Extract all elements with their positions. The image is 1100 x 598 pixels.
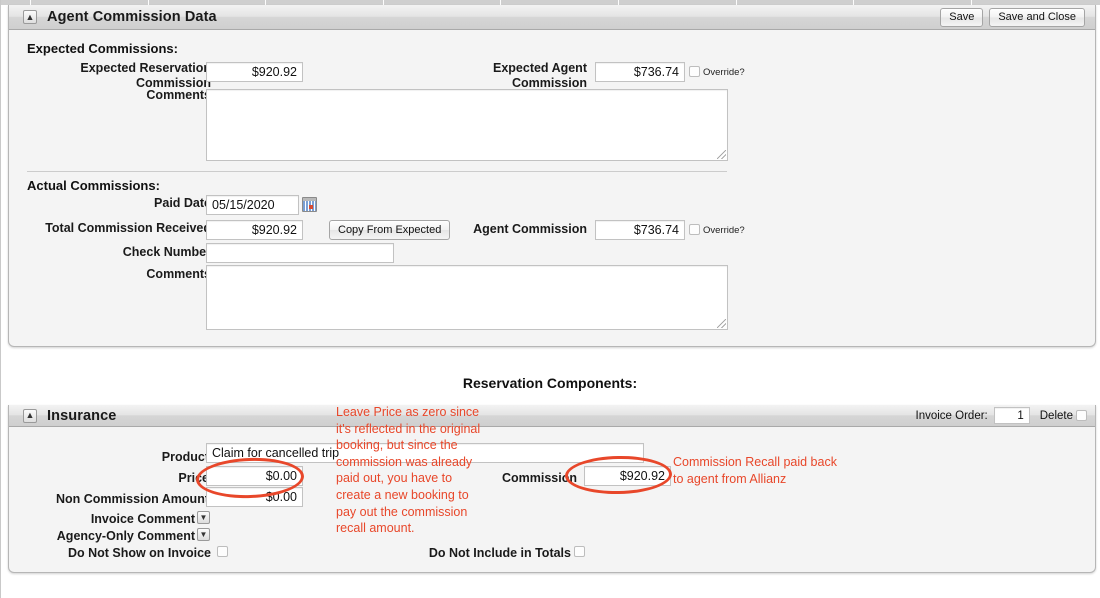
- collapse-chevron-up-icon[interactable]: ▲: [23, 408, 37, 423]
- actual-commissions-heading: Actual Commissions:: [27, 178, 160, 193]
- agency-only-comment-label: Agency-Only Comment: [56, 529, 195, 543]
- do-not-show-on-invoice-checkbox[interactable]: [217, 546, 228, 557]
- expected-agent-commission-field[interactable]: $736.74: [595, 62, 685, 82]
- expected-commissions-heading: Expected Commissions:: [27, 41, 178, 56]
- screenshot-root: ▲ Agent Commission Data Save Save and Cl…: [0, 0, 1100, 598]
- total-commission-received-field[interactable]: $920.92: [206, 220, 303, 240]
- non-commission-amount-label: Non Commission Amount: [55, 492, 209, 506]
- paid-date-field[interactable]: 05/15/2020: [206, 195, 299, 215]
- agent-commission-data-panel: ▲ Agent Commission Data Save Save and Cl…: [8, 5, 1096, 347]
- actual-agent-commission-override-checkbox[interactable]: [689, 224, 700, 235]
- expected-agent-commission-label: Expected Agent Commission: [492, 61, 587, 90]
- insurance-component-panel: ▲ Insurance Invoice Order: 1 Delete Prod…: [8, 405, 1096, 573]
- do-not-include-in-totals-label: Do Not Include in Totals: [428, 546, 571, 560]
- reservation-components-title: Reservation Components:: [462, 375, 638, 391]
- check-number-label: Check Number: [122, 245, 211, 259]
- expected-reservation-commission-label: Expected Reservation Commission: [80, 61, 211, 90]
- invoice-order-field[interactable]: 1: [993, 407, 1030, 424]
- left-edge-divider: [0, 0, 1, 598]
- save-and-close-button[interactable]: Save and Close: [989, 7, 1085, 27]
- chevron-double-down-icon[interactable]: ▼: [197, 528, 210, 541]
- invoice-order-label: Invoice Order:: [915, 409, 988, 422]
- section-separator: [27, 171, 727, 172]
- actual-agent-commission-override-label: Override?: [703, 225, 745, 236]
- insurance-panel-title: Insurance: [47, 407, 117, 424]
- chevron-double-down-icon[interactable]: ▼: [197, 511, 210, 524]
- page-title: Agent Commission Data: [47, 9, 217, 25]
- check-number-field[interactable]: [206, 243, 394, 263]
- actual-agent-commission-label: Agent Commission: [473, 222, 587, 236]
- commission-field[interactable]: $920.92: [584, 466, 671, 486]
- insurance-panel-header: ▲ Insurance Invoice Order: 1 Delete: [9, 405, 1095, 427]
- total-commission-received-label: Total Commission Received: [45, 221, 211, 235]
- expected-agent-commission-override-label: Override?: [703, 67, 745, 78]
- collapse-chevron-up-icon[interactable]: ▲: [23, 10, 37, 24]
- delete-label: Delete: [1039, 409, 1073, 422]
- actual-comments-label: Comments: [146, 267, 211, 281]
- expected-reservation-commission-field[interactable]: $920.92: [206, 62, 303, 82]
- actual-comments-textarea[interactable]: [206, 265, 728, 330]
- resize-grip-icon[interactable]: [717, 319, 726, 328]
- product-label: Product: [161, 450, 209, 464]
- annotation-left-note: Leave Price as zero since it's reflected…: [336, 405, 481, 536]
- resize-grip-icon[interactable]: [717, 150, 726, 159]
- invoice-comment-label: Invoice Comment: [90, 512, 195, 526]
- expected-comments-textarea[interactable]: [206, 89, 728, 161]
- paid-date-label: Paid Date: [154, 196, 211, 210]
- non-commission-amount-field[interactable]: $0.00: [206, 487, 303, 507]
- agent-commission-data-header: ▲ Agent Commission Data Save Save and Cl…: [9, 5, 1095, 30]
- expected-comments-label: Comments: [146, 88, 211, 102]
- delete-checkbox[interactable]: [1076, 410, 1087, 421]
- expected-agent-commission-override-checkbox[interactable]: [689, 66, 700, 77]
- annotation-right-note: Commission Recall paid back to agent fro…: [673, 455, 837, 486]
- price-field[interactable]: $0.00: [206, 466, 303, 486]
- calendar-icon[interactable]: [302, 197, 317, 212]
- do-not-include-in-totals-checkbox[interactable]: [574, 546, 585, 557]
- save-button[interactable]: Save: [940, 7, 984, 27]
- do-not-show-on-invoice-label: Do Not Show on Invoice: [67, 546, 211, 560]
- price-label: Price: [178, 471, 209, 485]
- actual-agent-commission-field[interactable]: $736.74: [595, 220, 685, 240]
